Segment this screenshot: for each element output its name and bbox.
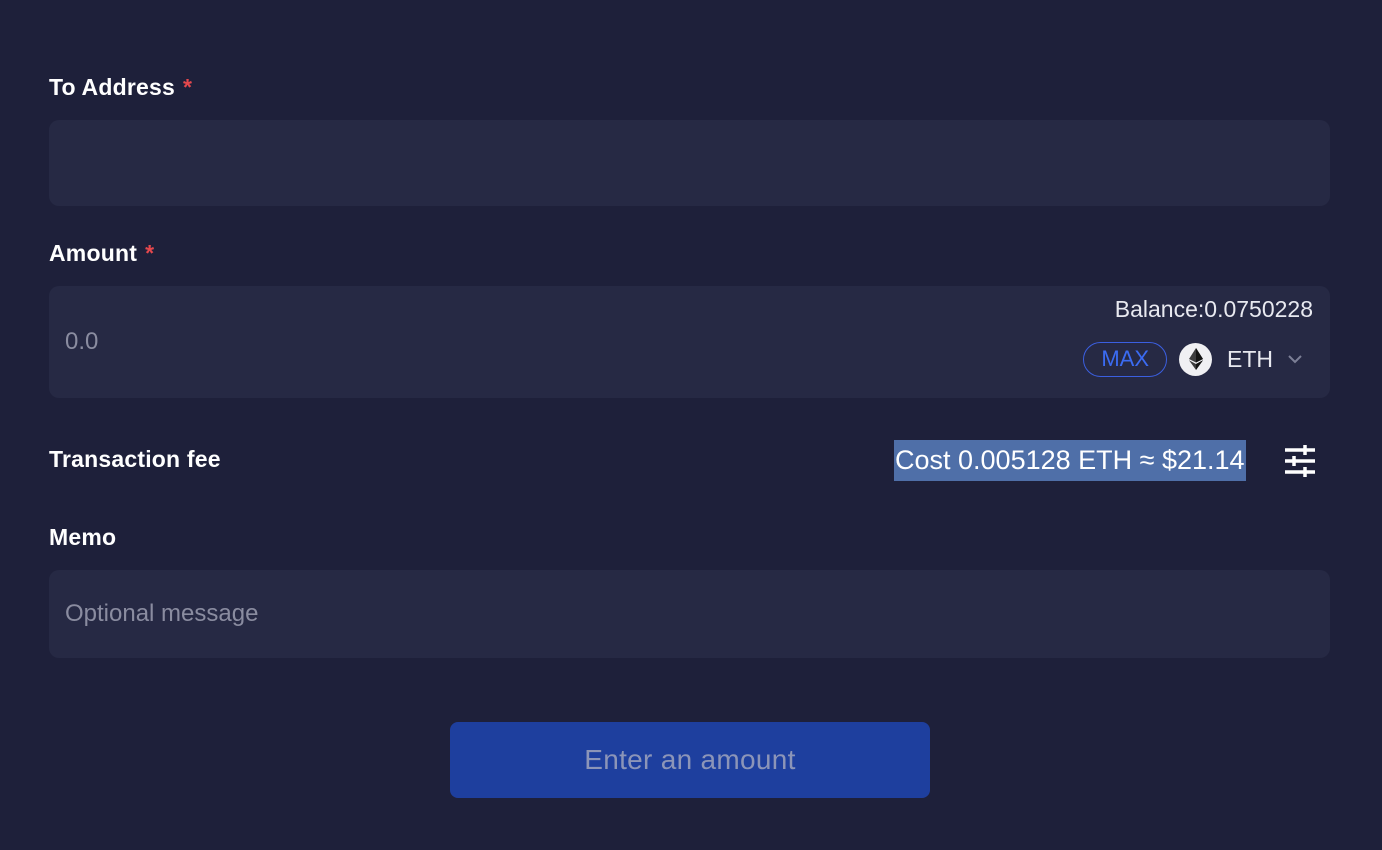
to-address-label: To Address *	[49, 74, 192, 101]
memo-field[interactable]	[49, 570, 1330, 658]
memo-label: Memo	[49, 524, 117, 550]
sliders-icon[interactable]	[1283, 444, 1317, 478]
required-marker: *	[145, 240, 155, 266]
ethereum-icon[interactable]	[1179, 342, 1212, 376]
to-address-input[interactable]	[49, 120, 1330, 206]
amount-input[interactable]	[49, 286, 1009, 398]
required-marker: *	[182, 74, 193, 100]
transaction-fee-cost: Cost 0.005128 ETH ≈ $21.14	[894, 440, 1246, 481]
send-form: To Address * Amount * Balance:0.0750228 MA…	[0, 0, 1382, 850]
token-selector-row: MAX ETH	[1083, 341, 1303, 377]
amount-label: Amount *	[49, 240, 154, 267]
amount-label-text: Amount	[49, 240, 138, 266]
memo-input[interactable]	[49, 570, 1330, 658]
to-address-field[interactable]	[49, 120, 1330, 206]
amount-field: Balance:0.0750228 MAX ETH	[49, 286, 1330, 398]
chevron-down-icon[interactable]	[1287, 354, 1303, 364]
to-address-label-text: To Address	[49, 74, 175, 100]
balance-text: Balance:0.0750228	[1114, 296, 1313, 322]
transaction-fee-label: Transaction fee	[49, 446, 221, 472]
token-symbol[interactable]: ETH	[1227, 346, 1273, 373]
max-button[interactable]: MAX	[1083, 341, 1167, 377]
enter-amount-button[interactable]: Enter an amount	[450, 722, 930, 798]
